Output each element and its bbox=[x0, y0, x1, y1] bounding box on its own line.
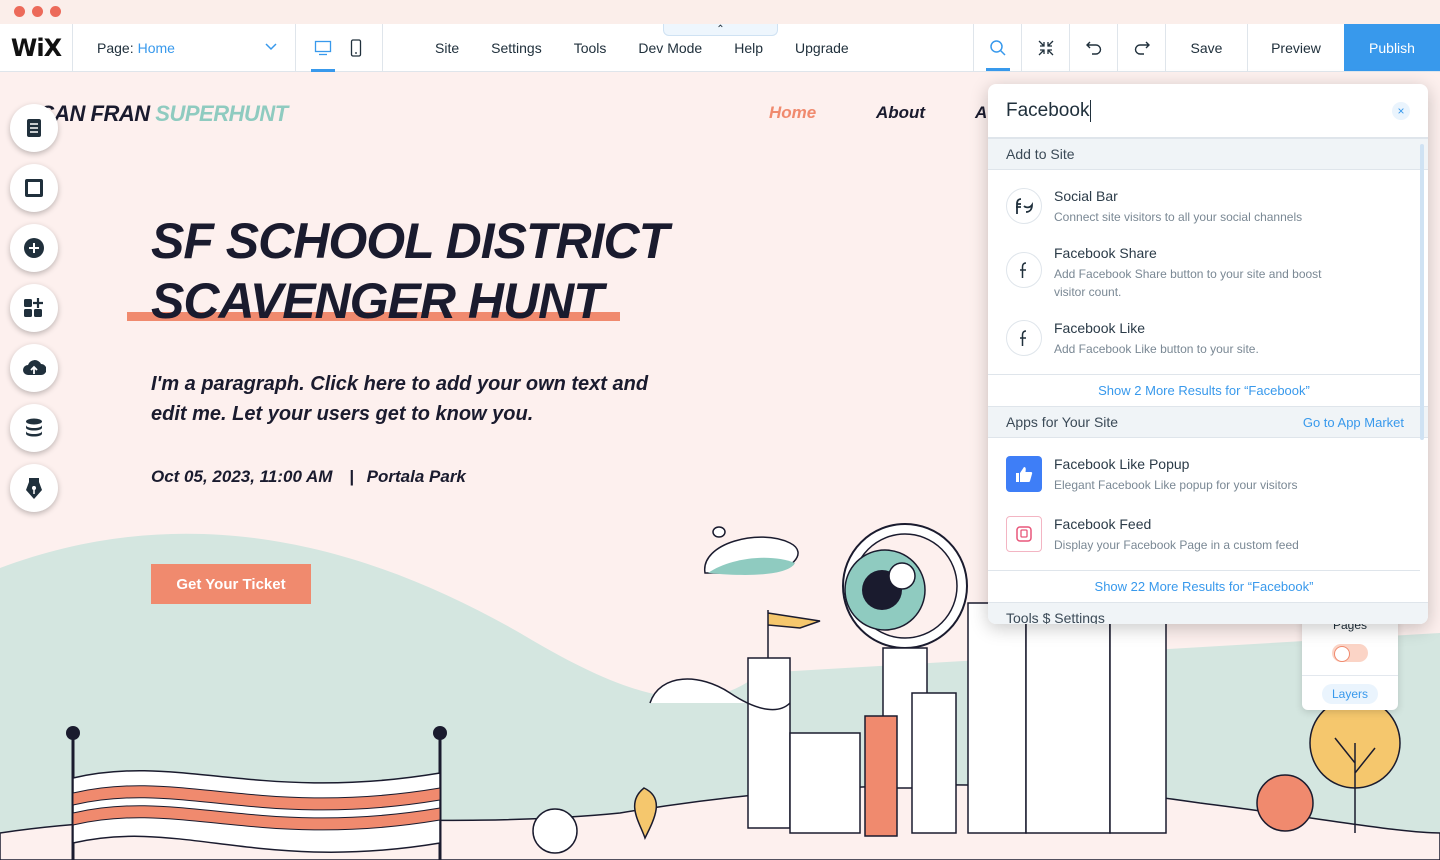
result-title: Facebook Share bbox=[1054, 245, 1157, 261]
desktop-view-button[interactable] bbox=[310, 24, 335, 72]
add-apps-icon bbox=[24, 298, 43, 317]
publish-button[interactable]: Publish bbox=[1344, 24, 1440, 71]
wix-logo[interactable]: WiX bbox=[0, 24, 73, 71]
site-nav-about[interactable]: About bbox=[876, 103, 925, 123]
menu-settings[interactable]: Settings bbox=[475, 24, 558, 72]
feed-icon bbox=[1006, 516, 1042, 552]
menu-tools[interactable]: Tools bbox=[558, 24, 623, 72]
result-facebook-like[interactable]: Facebook Like Add Facebook Like button t… bbox=[988, 314, 1420, 364]
database-icon bbox=[26, 418, 42, 437]
social-bar-icon bbox=[1006, 188, 1042, 224]
section-icon bbox=[25, 179, 43, 197]
undo-icon bbox=[1085, 41, 1101, 55]
redo-button[interactable] bbox=[1117, 24, 1165, 71]
result-description: Elegant Facebook Like popup for your vis… bbox=[1054, 478, 1298, 492]
result-facebook-feed[interactable]: Facebook Feed Display your Facebook Page… bbox=[988, 512, 1420, 556]
page-selector-label: Page: bbox=[97, 39, 134, 56]
cms-button[interactable] bbox=[10, 404, 58, 452]
event-details[interactable]: Oct 05, 2023, 11:00 AM | Portala Park bbox=[151, 467, 466, 487]
preview-button[interactable]: Preview bbox=[1247, 24, 1344, 71]
design-button[interactable] bbox=[10, 464, 58, 512]
add-elements-button[interactable] bbox=[10, 224, 58, 272]
hero-paragraph[interactable]: I'm a paragraph. Click here to add your … bbox=[151, 369, 671, 429]
search-input[interactable]: Facebook bbox=[988, 84, 1428, 138]
maximize-window-dot[interactable] bbox=[50, 6, 61, 17]
layers-button[interactable]: Layers bbox=[1322, 684, 1378, 704]
chevron-down-icon bbox=[265, 43, 277, 51]
result-title: Social Bar bbox=[1054, 188, 1118, 204]
event-separator: | bbox=[349, 467, 354, 486]
mobile-view-button[interactable] bbox=[344, 24, 368, 72]
site-nav-home[interactable]: Home bbox=[769, 103, 816, 123]
search-query: Facebook bbox=[1006, 99, 1090, 121]
result-description: Add Facebook Share button to your site a… bbox=[1054, 267, 1322, 299]
mini-divider bbox=[1302, 675, 1398, 676]
compress-icon bbox=[1038, 40, 1053, 55]
search-button[interactable] bbox=[973, 24, 1021, 71]
hero-title-line-2: SCAVENGER HUNT bbox=[151, 273, 604, 329]
pages-menu-button[interactable] bbox=[10, 104, 58, 152]
search-panel: Facebook × Add to Site Social Bar Connec… bbox=[988, 84, 1428, 624]
get-ticket-button[interactable]: Get Your Ticket bbox=[151, 564, 311, 604]
menu-upgrade[interactable]: Upgrade bbox=[779, 24, 865, 72]
save-button[interactable]: Save bbox=[1165, 24, 1247, 71]
collapse-topbar-tab[interactable]: ⌃ bbox=[663, 24, 778, 36]
search-icon bbox=[989, 39, 1006, 56]
clear-search-button[interactable]: × bbox=[1392, 102, 1410, 120]
close-window-dot[interactable] bbox=[14, 6, 25, 17]
section-apps: Apps for Your Site Go to App Market bbox=[988, 406, 1428, 438]
result-title: Facebook Like bbox=[1054, 320, 1146, 336]
section-add-to-site-label: Add to Site bbox=[1006, 146, 1075, 162]
site-nav-next[interactable]: A bbox=[975, 103, 987, 123]
hero-title[interactable]: SF SCHOOL DISTRICT SCAVENGER HUNT bbox=[151, 211, 669, 331]
add-section-button[interactable] bbox=[10, 164, 58, 212]
facebook-icon bbox=[1006, 320, 1042, 356]
undo-button[interactable] bbox=[1069, 24, 1117, 71]
search-scrollbar-track[interactable] bbox=[1420, 144, 1424, 440]
section-tools-settings-label: Tools $ Settings bbox=[1006, 610, 1105, 624]
result-social-bar[interactable]: Social Bar Connect site visitors to all … bbox=[988, 180, 1420, 230]
section-add-to-site: Add to Site bbox=[988, 138, 1428, 170]
thumbs-up-icon bbox=[1006, 456, 1042, 492]
event-date: Oct 05, 2023, 11:00 AM bbox=[151, 467, 333, 486]
desktop-icon bbox=[314, 40, 331, 55]
section-apps-label: Apps for Your Site bbox=[1006, 414, 1119, 430]
hero-title-line-1: SF SCHOOL DISTRICT bbox=[151, 213, 669, 269]
facebook-icon bbox=[1006, 252, 1042, 288]
result-description: Add Facebook Like button to your site. bbox=[1054, 342, 1259, 356]
pen-icon bbox=[26, 478, 42, 499]
result-description: Display your Facebook Page in a custom f… bbox=[1054, 538, 1299, 552]
show-more-add-results[interactable]: Show 2 More Results for “Facebook” bbox=[988, 374, 1420, 406]
event-venue: Portala Park bbox=[366, 467, 466, 486]
result-description: Connect site visitors to all your social… bbox=[1054, 210, 1303, 224]
result-title: Facebook Like Popup bbox=[1054, 456, 1190, 472]
media-upload-button[interactable] bbox=[10, 344, 58, 392]
pages-icon bbox=[27, 119, 41, 137]
add-apps-button[interactable] bbox=[10, 284, 58, 332]
result-title: Facebook Feed bbox=[1054, 516, 1152, 532]
redo-icon bbox=[1134, 41, 1150, 55]
text-caret bbox=[1090, 99, 1092, 122]
page-selector[interactable]: Page: Home bbox=[73, 24, 296, 71]
site-logo[interactable]: SAN FRAN SUPERHUNT bbox=[40, 101, 288, 127]
add-icon bbox=[24, 238, 44, 258]
show-more-app-results[interactable]: Show 22 More Results for “Facebook” bbox=[988, 570, 1420, 602]
minimize-window-dot[interactable] bbox=[32, 6, 43, 17]
device-switcher bbox=[296, 24, 383, 72]
section-tools-settings: Tools $ Settings bbox=[988, 602, 1428, 624]
upload-icon bbox=[23, 360, 46, 375]
pages-toggle[interactable] bbox=[1332, 644, 1368, 662]
mobile-icon bbox=[350, 38, 361, 57]
window-chrome bbox=[0, 0, 1440, 24]
page-selector-value: Home bbox=[137, 39, 175, 56]
site-logo-accent: SUPERHUNT bbox=[155, 101, 288, 126]
result-facebook-like-popup[interactable]: Facebook Like Popup Elegant Facebook Lik… bbox=[988, 452, 1420, 496]
menu-site[interactable]: Site bbox=[419, 24, 475, 72]
go-to-app-market-link[interactable]: Go to App Market bbox=[1303, 415, 1404, 430]
result-facebook-share[interactable]: Facebook Share Add Facebook Share button… bbox=[988, 238, 1420, 300]
zoom-out-button[interactable] bbox=[1021, 24, 1069, 71]
